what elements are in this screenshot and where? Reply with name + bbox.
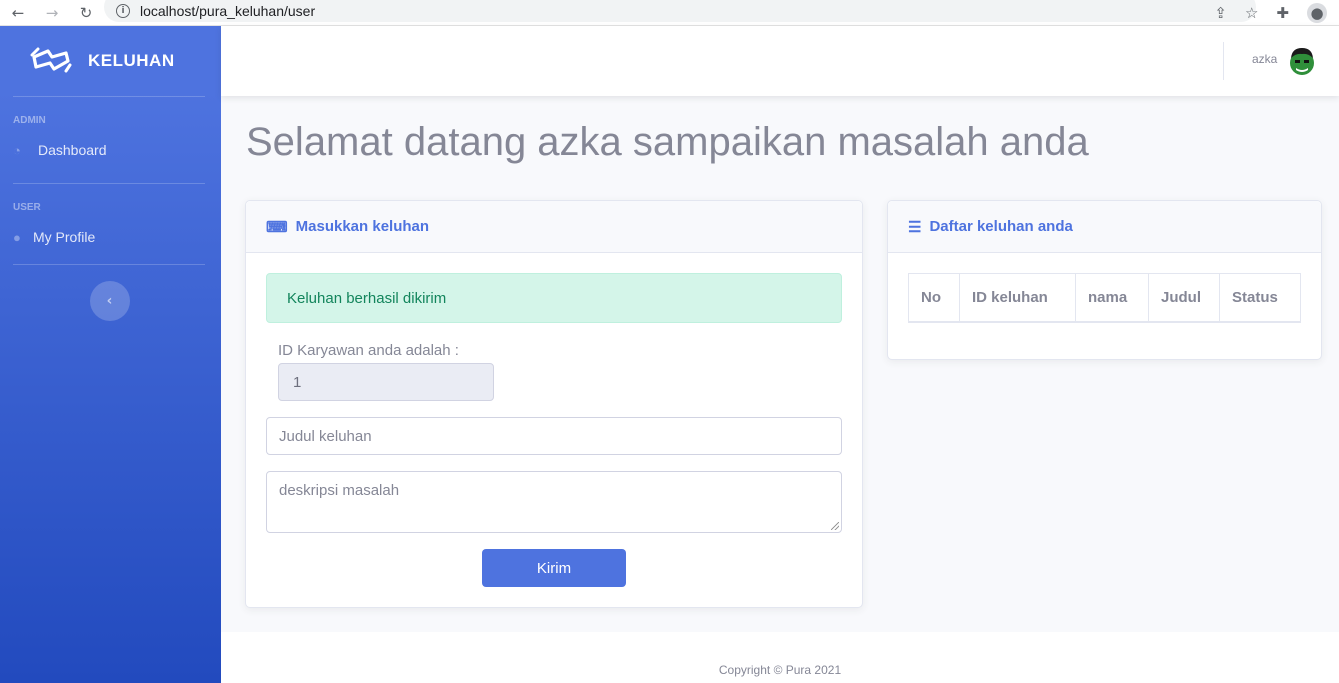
browser-profile-icon[interactable]: ● (1307, 3, 1327, 23)
page-title: Selamat datang azka sampaikan masalah an… (246, 120, 1089, 164)
sidebar: KELUHAN ADMIN ◔ Dashboard USER ● My Prof… (0, 26, 221, 683)
table-header-nama[interactable]: nama (1076, 274, 1149, 321)
card-header: ☰ Daftar keluhan anda (888, 201, 1321, 253)
sidebar-toggle-button[interactable]: ‹ (89, 281, 130, 321)
complaint-title-input[interactable]: Judul keluhan (266, 417, 842, 455)
resize-handle-icon[interactable] (831, 522, 839, 530)
complaints-table: No ID keluhan nama Judul Status (908, 273, 1301, 323)
avatar[interactable] (1288, 46, 1316, 76)
share-icon[interactable]: ⇪ (1214, 4, 1227, 22)
table-header-judul[interactable]: Judul (1149, 274, 1220, 321)
footer: Copyright © Pura 2021 (221, 632, 1339, 683)
employee-id-label: ID Karyawan anda adalah : (278, 342, 459, 359)
user-name[interactable]: azka (1252, 52, 1277, 66)
browser-toolbar: ← → ↻ i localhost/pura_keluhan/user ⇪ ☆ … (0, 0, 1339, 26)
sidebar-item-label: Dashboard (38, 142, 107, 158)
card-title: Masukkan keluhan (295, 218, 430, 235)
list-icon: ☰ (908, 218, 922, 236)
employee-id-field: 1 (278, 363, 494, 401)
keyboard-icon: ⌨ (266, 218, 288, 236)
puzzle-icon[interactable]: ✚ (1276, 4, 1289, 22)
table-header-id-keluhan[interactable]: ID keluhan (960, 274, 1076, 321)
card-header: ⌨ Masukkan keluhan (246, 201, 862, 253)
chevron-left-icon: ‹ (106, 293, 113, 309)
info-icon[interactable]: i (116, 4, 130, 18)
address-bar[interactable]: i localhost/pura_keluhan/user (104, 0, 1256, 22)
sidebar-item-label: My Profile (33, 229, 96, 245)
sidebar-heading-admin: ADMIN (13, 115, 46, 126)
sidebar-brand[interactable]: KELUHAN (0, 26, 221, 96)
complaint-list-card: ☰ Daftar keluhan anda No ID keluhan nama… (887, 200, 1322, 360)
textarea-placeholder: deskripsi masalah (279, 482, 400, 499)
sidebar-divider (13, 264, 205, 265)
card-title: Daftar keluhan anda (929, 218, 1073, 235)
copyright-text: Copyright © Pura 2021 (718, 662, 842, 677)
arrow-right-icon[interactable]: → (42, 3, 62, 23)
browser-actions: ⇪ ☆ ✚ ● (1214, 0, 1327, 26)
star-icon[interactable]: ☆ (1245, 4, 1258, 22)
reload-icon[interactable]: ↻ (76, 3, 96, 23)
arrow-left-icon[interactable]: ← (8, 3, 28, 23)
brand-logo-icon (30, 47, 72, 73)
sidebar-item-dashboard[interactable]: ◔ Dashboard (0, 133, 221, 167)
success-alert: Keluhan berhasil dikirim (266, 273, 842, 323)
sidebar-heading-user: USER (13, 202, 41, 213)
user-icon: ● (13, 229, 21, 245)
table-header-status[interactable]: Status (1220, 274, 1300, 321)
topbar: azka (221, 26, 1339, 96)
url-text[interactable]: localhost/pura_keluhan/user (140, 3, 315, 19)
brand-name: KELUHAN (88, 51, 175, 70)
sidebar-item-my-profile[interactable]: ● My Profile (0, 220, 221, 254)
problem-description-textarea[interactable]: deskripsi masalah (266, 471, 842, 533)
topbar-divider (1223, 42, 1224, 80)
complaint-form-card: ⌨ Masukkan keluhan Keluhan berhasil diki… (245, 200, 863, 608)
tachometer-icon: ◔ (13, 142, 21, 158)
submit-button[interactable]: Kirim (482, 549, 626, 587)
table-header-no[interactable]: No (909, 274, 960, 321)
